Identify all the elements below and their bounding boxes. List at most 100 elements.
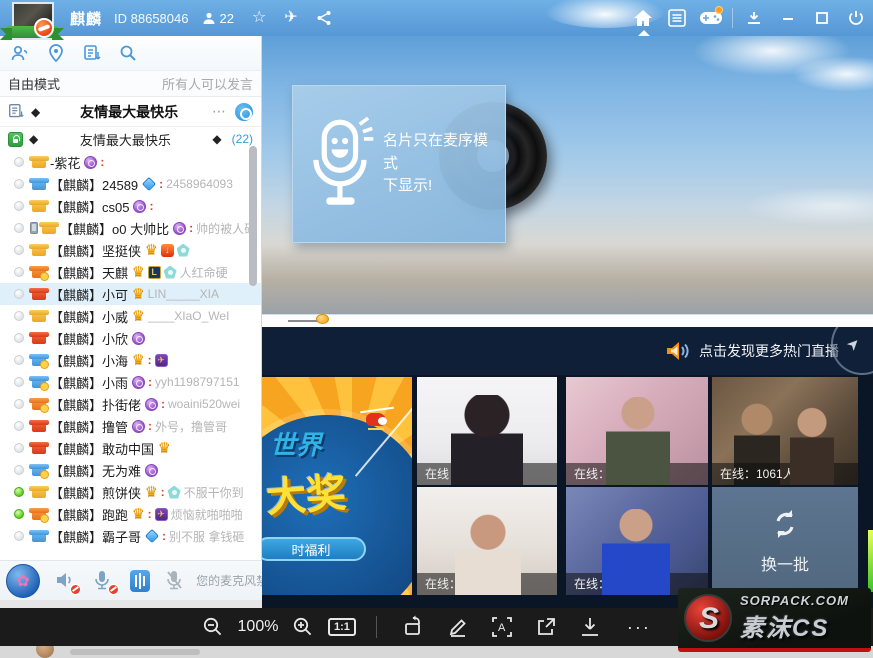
blue-diamond-icon — [145, 529, 159, 543]
member-row[interactable]: 【麒麟】24589:2458964093 — [0, 173, 261, 195]
member-row[interactable]: 【麒麟】无为难 — [0, 459, 261, 481]
member-shirt-icon — [32, 288, 46, 300]
member-scrollbar[interactable] — [249, 91, 257, 555]
share-export-button[interactable] — [529, 610, 563, 644]
mute-badge — [108, 584, 119, 595]
refresh-batch-button[interactable]: 换一批 — [712, 487, 858, 595]
zoom-in-button[interactable] — [286, 610, 320, 644]
offline-indicator — [14, 179, 24, 189]
crown-badge-icon: ♛ — [132, 506, 145, 522]
promo-banner-tile[interactable]: 世界 大奖 时福利 — [262, 377, 412, 595]
home-tab-button[interactable] — [626, 0, 660, 36]
channel-tree-icon[interactable] — [8, 103, 25, 120]
channel-avatar[interactable] — [8, 2, 56, 44]
live-stream-tile[interactable]: 在线：1887人 — [417, 487, 557, 595]
member-row[interactable]: 【麒麟】坚挺侠♛↓ — [0, 239, 261, 261]
favorite-star-icon[interactable]: ☆ — [252, 10, 266, 26]
member-row[interactable]: 【麒麟】小雨:yyh1198797151 — [0, 371, 261, 393]
channel-title[interactable]: 友情最大最快乐 — [46, 102, 212, 122]
channel-list-button[interactable] — [660, 0, 694, 36]
member-note: woaini520wei — [168, 397, 240, 411]
discover-more-link[interactable]: 点击发现更多热门直播 — [699, 341, 839, 361]
member-shirt-icon — [32, 332, 46, 344]
member-shirt-icon — [32, 530, 46, 542]
speak-mode-label[interactable]: 自由模式 — [8, 74, 60, 93]
member-shirt-icon — [32, 420, 46, 432]
crown-badge-icon: ♛ — [145, 484, 158, 500]
member-row[interactable]: 【麒麟】霸子哥:别不服 拿钱砸 — [0, 525, 261, 547]
member-name: 【麒麟】撸管 — [50, 417, 128, 436]
mixer-settings-icon[interactable] — [130, 570, 150, 592]
member-row[interactable]: 【麒麟】扑街佬:woaini520wei — [0, 393, 261, 415]
live-stream-tile[interactable]: 在线：1974人 — [566, 377, 708, 485]
live-discover-band: 点击发现更多热门直播 ➤ — [262, 327, 873, 375]
member-note: 烦恼就啪啪啪 — [171, 506, 243, 523]
scrollbar-thumb[interactable] — [249, 146, 257, 286]
badge-colon: : — [148, 419, 152, 433]
promo-ribbon: 时福利 — [262, 537, 366, 561]
live-stream-tile[interactable]: 在线：1061人 — [712, 377, 858, 485]
member-row[interactable]: 【麒麟】o0 大帅比:帅的被人砍 — [0, 217, 261, 239]
purple-medal-icon — [132, 420, 145, 433]
member-row[interactable]: 【麒麟】撸管:外号，撸管哥 — [0, 415, 261, 437]
speaker-muted-icon[interactable] — [54, 569, 78, 593]
member-row[interactable]: 【麒麟】小海♛:✈ — [0, 349, 261, 371]
online-count-label: 在线：1061人 — [712, 463, 858, 485]
member-note: LIN_____XIA — [148, 287, 219, 301]
minimize-to-tray-button[interactable] — [737, 0, 771, 36]
self-avatar[interactable]: ✿ — [6, 564, 40, 598]
member-shirt-icon — [32, 156, 46, 168]
live-stream-tile[interactable]: 在线：571人 — [417, 377, 557, 485]
diamond-bullet: ◆ — [29, 132, 38, 146]
subchannel-title: 友情最大最快乐 — [44, 130, 206, 149]
member-row[interactable]: 【麒麟】小威♛____XIaO_WeI — [0, 305, 261, 327]
power-close-button[interactable] — [839, 0, 873, 36]
member-row[interactable]: 【麒麟】cs05: — [0, 195, 261, 217]
offline-indicator — [14, 157, 24, 167]
corner-nav-widget[interactable]: ➤ — [831, 327, 873, 375]
contacts-icon[interactable] — [8, 41, 32, 65]
channel-more-button[interactable]: ⋯ — [212, 103, 227, 120]
offline-indicator — [14, 355, 24, 365]
mini-slider-knob[interactable] — [316, 314, 329, 324]
search-icon[interactable] — [116, 41, 140, 65]
more-options-button[interactable]: ··· — [627, 617, 651, 638]
maximize-button[interactable] — [805, 0, 839, 36]
member-shirt-icon — [42, 222, 56, 234]
member-shirt-icon — [32, 200, 46, 212]
member-row[interactable]: 【麒麟】敢动中国♛ — [0, 437, 261, 459]
refresh-icon — [768, 507, 802, 541]
download-button[interactable] — [573, 610, 607, 644]
member-name: 【麒麟】小海 — [50, 351, 128, 370]
zoom-out-button[interactable] — [196, 610, 230, 644]
crown-badge-icon: ♛ — [132, 286, 145, 302]
ocr-text-button[interactable]: A — [485, 610, 519, 644]
games-button[interactable] — [694, 0, 728, 36]
subchannel-row[interactable]: ◆ 友情最大最快乐 ◆ (22) — [0, 127, 261, 151]
diamond-bullet: ◆ — [212, 132, 221, 146]
badge-colon: : — [161, 397, 165, 411]
actual-size-button[interactable]: 1:1 — [328, 618, 356, 636]
horn-icon — [665, 340, 691, 362]
mic-muted-icon[interactable] — [92, 569, 116, 593]
member-row[interactable]: -紫花: — [0, 151, 261, 173]
member-shirt-icon — [32, 310, 46, 322]
flower-glyph: ✿ — [16, 571, 29, 591]
member-note: 人红命硬 — [180, 264, 228, 281]
minimize-button[interactable] — [771, 0, 805, 36]
edit-pencil-button[interactable] — [441, 610, 475, 644]
online-indicator — [14, 509, 24, 519]
member-row[interactable]: 【麒麟】煎饼侠♛:不服干你到 — [0, 481, 261, 503]
member-row[interactable]: 【麒麟】小可♛LIN_____XIA — [0, 283, 261, 305]
list-sort-icon[interactable] — [80, 41, 104, 65]
rotate-button[interactable] — [397, 610, 431, 644]
member-name: 【麒麟】小可 — [50, 285, 128, 304]
member-row[interactable]: 【麒麟】天麒♛L人红命硬 — [0, 261, 261, 283]
zoom-level-value[interactable]: 100% — [236, 618, 280, 636]
member-row[interactable]: 【麒麟】跑跑♛:✈烦恼就啪啪啪 — [0, 503, 261, 525]
fly-ticket-icon[interactable]: ✈ — [284, 10, 297, 26]
share-icon[interactable] — [316, 10, 332, 26]
member-row[interactable]: 【麒麟】小欣 — [0, 327, 261, 349]
location-pin-icon[interactable] — [44, 41, 68, 65]
live-stream-tile[interactable]: 在线：7564人 — [566, 487, 708, 595]
